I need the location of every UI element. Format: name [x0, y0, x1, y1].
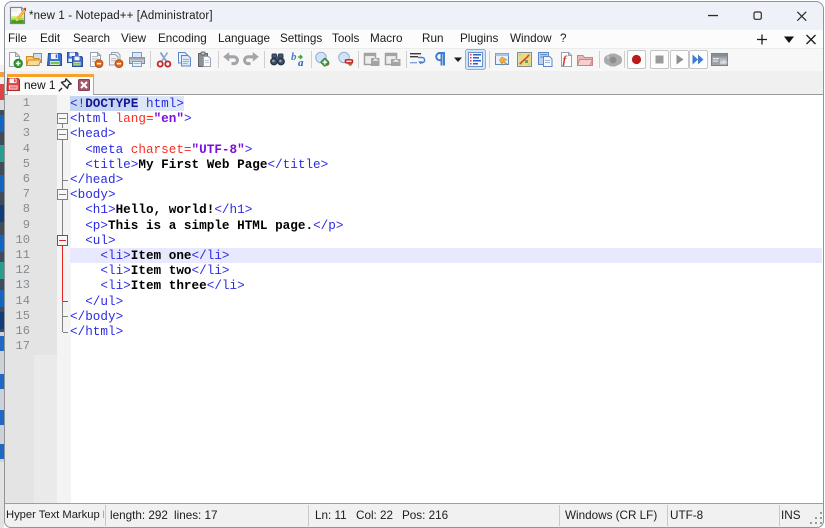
svg-text:abc: abc	[720, 60, 728, 65]
svg-text:b: b	[291, 51, 297, 63]
